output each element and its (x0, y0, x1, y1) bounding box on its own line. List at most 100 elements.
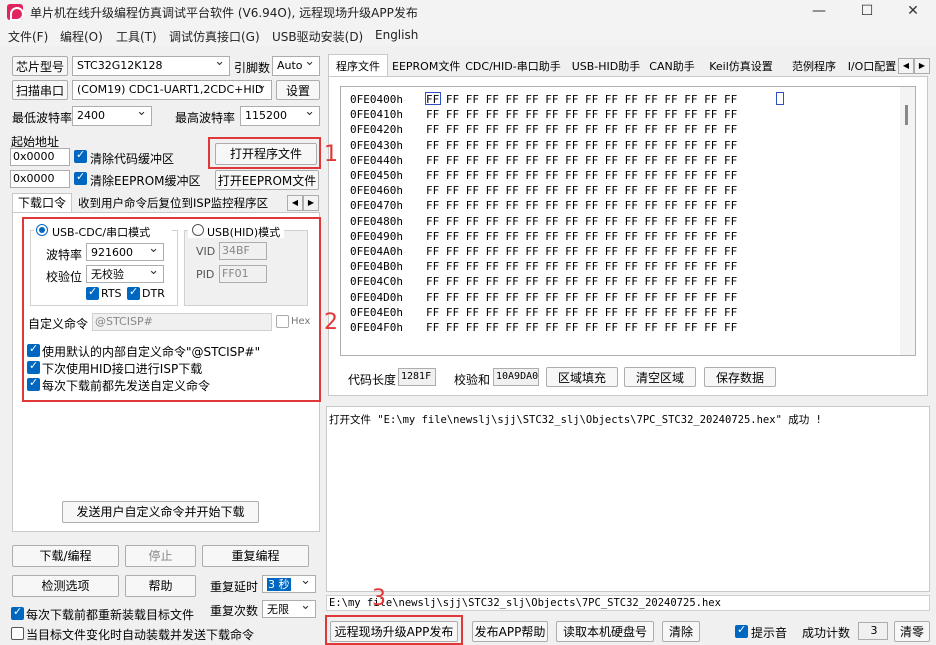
hex-row-address: 0FE04B0h (350, 260, 403, 274)
hex-row-bytes: FF FF FF FF FF FF FF FF FF FF FF FF FF F… (426, 184, 738, 198)
repeat-count-select[interactable]: 无限 (262, 600, 316, 618)
repeat-delay-value: 3 秒 (267, 578, 291, 591)
scan-port-button[interactable]: 扫描串口 (12, 80, 68, 100)
menu-tools[interactable]: 工具(T) (116, 28, 157, 45)
send-and-download-button[interactable]: 发送用户自定义命令并开始下载 (62, 501, 259, 523)
read-disk-button[interactable]: 读取本机硬盘号 (556, 621, 654, 642)
tab-scroll-right-icon[interactable]: ▶ (303, 195, 319, 211)
chip-model-select[interactable]: STC32G12K128 (72, 56, 230, 76)
hex-row-address: 0FE04E0h (350, 305, 403, 319)
max-baud-select[interactable]: 115200 (240, 106, 320, 126)
hex-row: 0FE04A0h FF FF FF FF FF FF FF FF FF FF FF… (350, 244, 737, 259)
hex-row: 0FE0470h FF FF FF FF FF FF FF FF FF FF FF… (350, 198, 737, 213)
hex-row-bytes: FF FF FF FF FF FF FF FF FF FF FF FF FF F… (426, 290, 738, 304)
ascii-cursor (776, 92, 784, 105)
clear-code-checkbox[interactable] (74, 148, 87, 163)
minimize-button[interactable]: — (796, 0, 842, 24)
menu-file[interactable]: 文件(F) (8, 28, 48, 45)
hex-row-address: 0FE0480h (350, 214, 403, 228)
tab-keil-sim[interactable]: Keil仿真设置 (702, 57, 780, 77)
hex-row-bytes: FF FF FF FF FF FF FF FF FF FF FF FF FF F… (426, 321, 738, 334)
hex-scrollbar-thumb[interactable] (905, 105, 908, 125)
repeat-program-button[interactable]: 重复编程 (202, 545, 309, 567)
hex-row-address: 0FE0400h (350, 93, 403, 106)
hex-row: 0FE04D0h FF FF FF FF FF FF FF FF FF FF FF… (350, 290, 737, 305)
reload-file-checkbox[interactable] (11, 605, 24, 620)
annotation-2: 2 (324, 310, 338, 335)
hex-row-address: 0FE04A0h (350, 245, 403, 258)
port-select[interactable]: (COM19) CDC1-UART1,2CDC+HID (72, 80, 272, 100)
max-baud-label: 最高波特率 (175, 111, 236, 125)
tab-scroll-left-icon[interactable]: ◀ (287, 195, 303, 211)
hex-row-address: 0FE0420h (350, 123, 403, 137)
hex-row-address: 0FE0460h (350, 184, 403, 198)
checksum-value: 10A9DA0 (493, 368, 539, 386)
tabs-scroll-right-icon[interactable]: ▶ (914, 58, 930, 74)
sound-checkbox[interactable] (735, 623, 748, 638)
hex-row-address: 0FE0450h (350, 169, 403, 182)
settings-button[interactable]: 设置 (276, 80, 320, 100)
menu-debug[interactable]: 调试仿真接口(G) (169, 28, 260, 45)
hex-row: 0FE0450h FF FF FF FF FF FF FF FF FF FF FF… (350, 168, 737, 183)
highlight-usb-settings (22, 217, 321, 402)
tab-program-file[interactable]: 程序文件 (330, 57, 386, 77)
clear-code-label: 清除代码缓冲区 (90, 152, 175, 166)
help-button[interactable]: 帮助 (125, 575, 196, 597)
hex-row: 0FE04E0h FF FF FF FF FF FF FF FF FF FF FF… (350, 305, 737, 320)
highlight-publish-button (325, 615, 463, 645)
hex-row-address: 0FE0410h (350, 108, 403, 122)
fill-region-button[interactable]: 区域填充 (546, 367, 618, 387)
check-options-button[interactable]: 检测选项 (12, 575, 119, 597)
sound-label: 提示音 (751, 626, 788, 640)
tab-io-config[interactable]: I/O口配置 (846, 57, 898, 77)
hex-row: 0FE0430h FF FF FF FF FF FF FF FF FF FF FF… (350, 138, 737, 153)
tab-cdc-hid-serial[interactable]: CDC/HID-串口助手 (462, 57, 564, 77)
eeprom-address-input[interactable]: 0x0000 (10, 170, 70, 188)
reset-count-button[interactable]: 清零 (894, 621, 930, 642)
hex-row-address: 0FE0470h (350, 199, 403, 213)
clear-region-button[interactable]: 清空区域 (624, 367, 696, 387)
min-baud-select[interactable]: 2400 (72, 106, 152, 126)
hex-row: 0FE0420h FF FF FF FF FF FF FF FF FF FF FF… (350, 122, 737, 137)
download-program-button[interactable]: 下载/编程 (12, 545, 119, 567)
hex-scrollbar[interactable] (900, 87, 915, 355)
menu-program[interactable]: 编程(O) (60, 28, 103, 45)
hex-row-address: 0FE04D0h (350, 290, 403, 304)
maximize-button[interactable]: ☐ (844, 0, 890, 24)
log-area[interactable] (326, 406, 930, 592)
hex-row-address: 0FE0440h (350, 153, 403, 167)
stop-button[interactable]: 停止 (125, 545, 196, 567)
pins-select[interactable]: Auto (272, 56, 320, 76)
code-length-value: 1281F (398, 368, 436, 386)
save-data-button[interactable]: 保存数据 (704, 367, 776, 387)
code-length-label: 代码长度 (348, 373, 397, 387)
repeat-delay-select[interactable]: 3 秒 (262, 575, 316, 593)
repeat-delay-label: 重复延时 (210, 580, 259, 594)
chip-model-button[interactable]: 芯片型号 (12, 56, 68, 76)
clear-log-button[interactable]: 清除 (662, 621, 700, 642)
tabs-scroll-left-icon[interactable]: ◀ (898, 58, 914, 74)
reload-file-label: 每次下载前都重新装载目标文件 (26, 608, 195, 622)
hex-row-address: 0FE0490h (350, 229, 403, 243)
hex-row-bytes: FF FF FF FF FF FF FF FF FF FF FF FF FF F… (426, 214, 738, 228)
tab-reset-to-isp[interactable]: 收到用户命令后复位到ISP监控程序区 (74, 195, 282, 213)
auto-load-checkbox[interactable] (11, 627, 24, 640)
tab-usb-hid[interactable]: USB-HID助手 (570, 57, 642, 77)
clear-eeprom-checkbox[interactable] (74, 170, 87, 185)
tab-can[interactable]: CAN助手 (648, 57, 696, 77)
open-eeprom-file-button[interactable]: 打开EEPROM文件 (215, 170, 319, 190)
hex-row: 0FE0490h FF FF FF FF FF FF FF FF FF FF FF… (350, 229, 737, 244)
tab-examples[interactable]: 范例程序 (786, 57, 842, 77)
hex-row: 0FE0460h FF FF FF FF FF FF FF FF FF FF FF… (350, 183, 737, 198)
hex-row-address: 0FE0430h (350, 138, 403, 152)
publish-help-button[interactable]: 发布APP帮助 (472, 621, 548, 642)
hex-row-bytes: FF FF FF FF FF FF FF FF FF FF FF FF FF F… (426, 199, 738, 213)
tab-download-password[interactable]: 下载口令 (12, 193, 72, 213)
highlight-open-program (208, 137, 321, 169)
menu-usb-driver[interactable]: USB驱动安装(D) (272, 28, 363, 45)
close-button[interactable]: ✕ (890, 0, 936, 24)
repeat-count-label: 重复次数 (210, 604, 259, 618)
tab-eeprom-file[interactable]: EEPROM文件 (392, 57, 460, 77)
menu-english[interactable]: English (375, 28, 418, 42)
code-address-input[interactable]: 0x0000 (10, 148, 70, 166)
